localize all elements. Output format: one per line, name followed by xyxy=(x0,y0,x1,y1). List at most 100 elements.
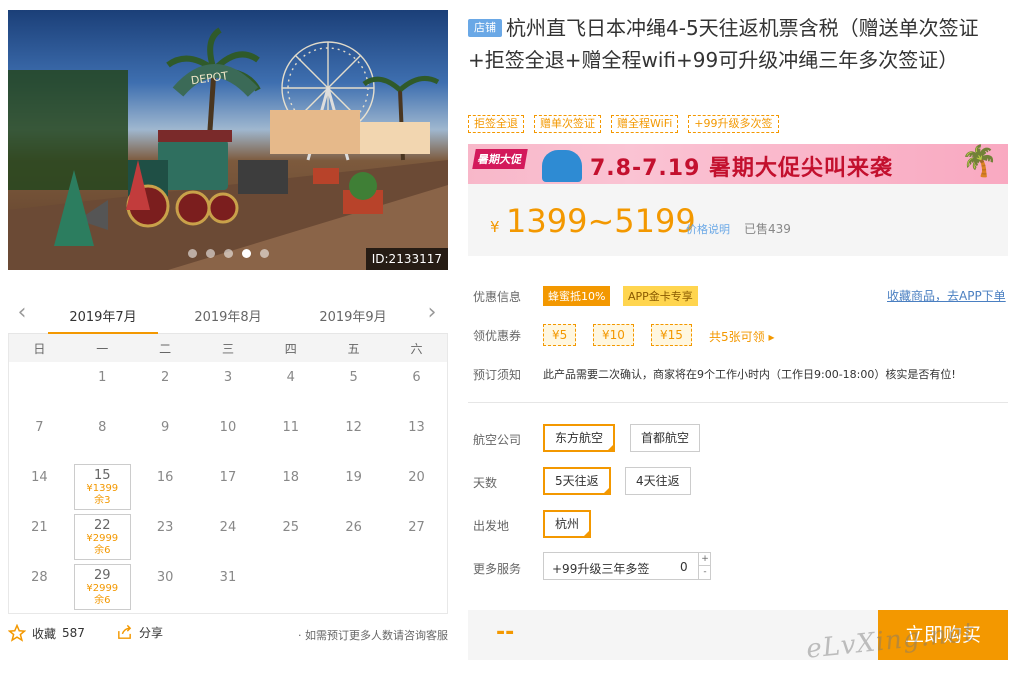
consult-text: · 如需预订更多人数请咨询客服 xyxy=(298,629,448,642)
calendar-day: 25 xyxy=(259,512,322,562)
weekday-header: 四 xyxy=(259,334,323,362)
days-option-5[interactable]: 5天往返 xyxy=(543,467,611,495)
calendar-day: 30 xyxy=(134,562,197,612)
month-tab-0[interactable]: 2019年7月 xyxy=(48,306,158,334)
carousel-dot[interactable] xyxy=(242,249,251,258)
coupon-10[interactable]: ¥10 xyxy=(593,324,634,346)
calendar-day-available[interactable]: 15 ¥1399 余3 xyxy=(71,462,134,512)
calendar-day-available[interactable]: 22 ¥2999 余6 xyxy=(71,512,134,562)
calendar-day: 24 xyxy=(197,512,260,562)
calendar-day: 6 xyxy=(385,362,448,412)
calendar-day-number: 21 xyxy=(31,520,48,535)
price-currency: ¥ xyxy=(490,218,500,236)
carousel-dot[interactable] xyxy=(206,249,215,258)
depart-option-hangzhou[interactable]: 杭州 xyxy=(543,510,592,538)
calendar-day-price: ¥1399 xyxy=(86,483,119,494)
weekday-header: 二 xyxy=(133,334,197,362)
calendar-day: 7 xyxy=(8,412,71,462)
buy-now-button[interactable]: 立即购买 xyxy=(878,610,1008,660)
buy-bar: -- 立即购买 xyxy=(468,610,1008,660)
calendar-day-number: 4 xyxy=(286,370,295,385)
calendar-day-number: 16 xyxy=(156,470,174,485)
product-title: 店铺 杭州直飞日本冲绳4-5天往返机票含税（赠送单次签证+拒签全退+赠全程wifi… xyxy=(468,12,1008,76)
coupon-more-link[interactable]: 共5张可领 ▸ xyxy=(709,328,774,345)
section-divider xyxy=(468,402,1008,403)
calendar-day-number: 5 xyxy=(349,370,358,385)
airline-label: 航空公司 xyxy=(473,433,522,447)
airline-option-eastern[interactable]: 东方航空 xyxy=(543,424,616,452)
store-tag[interactable]: 店铺 xyxy=(468,19,502,37)
calendar-day: 13 xyxy=(385,412,448,462)
fav-app-link[interactable]: 收藏商品，去APP下单 xyxy=(887,287,1006,304)
calendar-day: 4 xyxy=(259,362,322,412)
qty-plus-button[interactable]: + xyxy=(698,553,711,566)
calendar-day-number xyxy=(259,562,322,570)
qty-minus-button[interactable]: - xyxy=(698,566,711,579)
days-option-4[interactable]: 4天往返 xyxy=(625,467,691,495)
promo-label: 优惠信息 xyxy=(473,290,522,304)
month-tab-2[interactable]: 2019年9月 xyxy=(298,306,408,334)
weekday-header: 三 xyxy=(196,334,260,362)
airline-option-capital[interactable]: 首都航空 xyxy=(630,424,701,452)
depart-label: 出发地 xyxy=(473,519,510,533)
calendar-day xyxy=(385,562,448,612)
calendar-day-number: 28 xyxy=(31,570,48,585)
promo-badge-app: APP金卡专享 xyxy=(623,286,698,306)
month-tab-1[interactable]: 2019年8月 xyxy=(173,306,283,334)
share-button[interactable]: 分享 xyxy=(116,624,163,641)
calendar-day-number xyxy=(385,562,448,570)
carousel-dot[interactable] xyxy=(260,249,269,258)
service-quantity-stepper: +99升级三年多签 0 + - xyxy=(543,552,711,580)
calendar-day-number: 8 xyxy=(98,420,107,435)
feature-tag: +99升级多次签 xyxy=(688,115,779,133)
prev-month-arrow-icon[interactable]: ‹ xyxy=(10,300,34,325)
palm-tree-icon: 🌴 xyxy=(960,144,998,179)
calendar-day-number: 24 xyxy=(219,520,237,535)
feature-tag: 赠单次签证 xyxy=(534,115,601,133)
carousel-dot[interactable] xyxy=(188,249,197,258)
calendar-day-number: 14 xyxy=(31,470,48,485)
calendar-day: 1 xyxy=(71,362,134,412)
total-price: -- xyxy=(496,620,515,645)
photo-id-label: ID:2133117 xyxy=(365,248,448,270)
calendar-day: 31 xyxy=(197,562,260,612)
calendar-day-number: 31 xyxy=(219,570,237,585)
carousel-dots xyxy=(188,249,269,258)
calendar-day: 28 xyxy=(8,562,71,612)
feature-tag: 拒签全退 xyxy=(468,115,524,133)
calendar-day-number: 1 xyxy=(98,370,107,385)
photo-actions: 收藏 587 分享 · 如需预订更多人数请咨询客服 xyxy=(8,624,448,646)
calendar-day-number: 13 xyxy=(408,420,425,435)
calendar-day-number: 23 xyxy=(156,520,174,535)
product-photo[interactable]: DEPOT ID:2133117 xyxy=(8,10,448,270)
service-qty-input[interactable]: 0 xyxy=(680,560,688,574)
calendar-day-price: ¥2999 xyxy=(86,583,119,594)
weekday-header: 一 xyxy=(70,334,134,362)
calendar-day-number: 9 xyxy=(160,420,170,435)
calendar-day-number: 22 xyxy=(93,518,111,533)
calendar-day-number: 15 xyxy=(93,468,111,483)
notice-label: 预订须知 xyxy=(473,368,522,382)
coupon-5[interactable]: ¥5 xyxy=(543,324,577,346)
calendar-month-nav: ‹ 2019年7月 2019年8月 2019年9月 › xyxy=(8,298,448,334)
calendar-day-number xyxy=(8,362,71,370)
calendar-day-price: ¥2999 xyxy=(86,533,119,544)
next-month-arrow-icon[interactable]: › xyxy=(420,300,444,325)
calendar-day-number: 20 xyxy=(408,470,425,485)
promo-badge-honey: 蜂蜜抵10% xyxy=(543,286,611,306)
calendar-day: 20 xyxy=(385,462,448,512)
carousel-dot[interactable] xyxy=(224,249,233,258)
calendar-day: 3 xyxy=(197,362,260,412)
calendar-day: 2 xyxy=(134,362,197,412)
calendar-day-available[interactable]: 29 ¥2999 余6 xyxy=(71,562,134,612)
coupon-15[interactable]: ¥15 xyxy=(651,324,692,346)
price-explain-link[interactable]: 价格说明 xyxy=(686,221,730,237)
calendar-day-stock: 余6 xyxy=(94,595,111,606)
banner-figure-icon xyxy=(542,150,582,182)
promo-banner[interactable]: 暑期大促 7.8-7.19 暑期大促尖叫来袭 🌴 xyxy=(468,144,1008,184)
favorite-count: 587 xyxy=(62,626,85,640)
calendar-day: 18 xyxy=(259,462,322,512)
weekday-header: 五 xyxy=(322,334,386,362)
calendar-day: 8 xyxy=(71,412,134,462)
favorite-button[interactable]: 收藏 587 xyxy=(8,624,85,642)
